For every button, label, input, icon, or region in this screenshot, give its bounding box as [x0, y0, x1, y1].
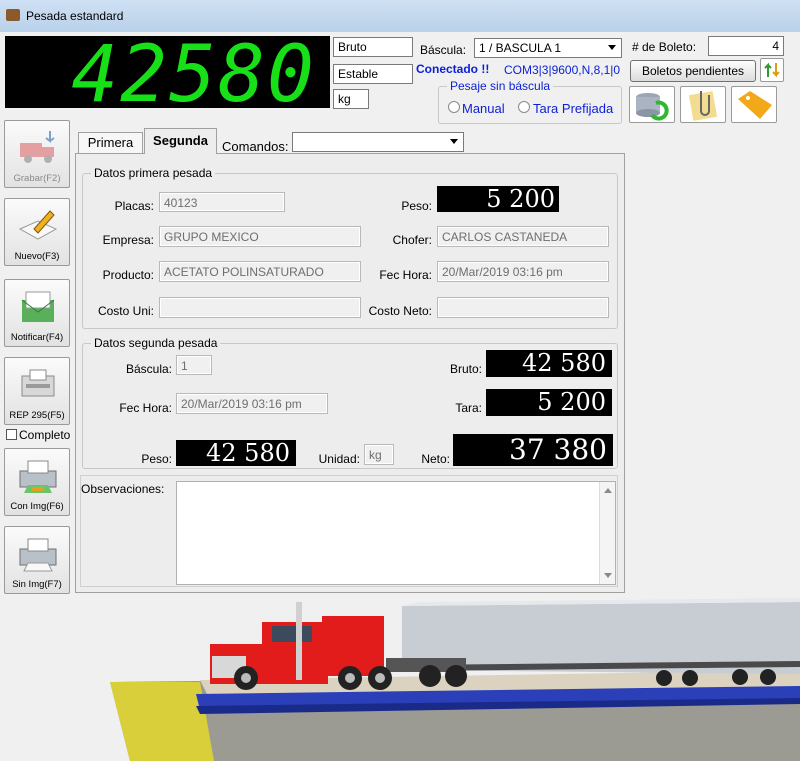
new-button[interactable]: Nuevo(F3)	[4, 198, 70, 266]
second-datetime-label: Fec Hora:	[119, 401, 172, 415]
second-datetime-field[interactable]: 20/Mar/2019 03:16 pm	[176, 393, 328, 414]
notify-button-label: Notificar(F4)	[10, 332, 64, 343]
scroll-down-icon[interactable]	[604, 573, 612, 578]
stability-status: Estable	[333, 64, 413, 84]
second-weighing-title: Datos segunda pesada	[91, 336, 221, 350]
chevron-down-icon	[450, 139, 458, 144]
net-value: 37 380	[453, 434, 613, 466]
first-weight-label: Peso:	[401, 199, 432, 213]
manual-radio-label[interactable]: Manual	[462, 101, 505, 116]
complete-checkbox[interactable]	[6, 429, 17, 440]
save-button[interactable]: Grabar(F2)	[4, 120, 70, 188]
tag-icon	[738, 91, 772, 119]
plates-field[interactable]: 40123	[159, 192, 285, 212]
driver-field[interactable]: CARLOS CASTANEDA	[437, 226, 609, 247]
chevron-down-icon	[608, 45, 616, 50]
first-datetime-field[interactable]: 20/Mar/2019 03:16 pm	[437, 261, 609, 282]
unit-cost-field[interactable]	[159, 297, 361, 318]
report-button[interactable]: REP 295(F5)	[4, 357, 70, 425]
observations-textarea[interactable]	[176, 481, 616, 585]
first-weight-value: 5 200	[437, 186, 559, 212]
unit-cost-label: Costo Uni:	[97, 304, 154, 318]
print-without-image-label: Sin Img(F7)	[12, 579, 62, 590]
second-scale-label: Báscula:	[125, 362, 172, 376]
net-cost-field[interactable]	[437, 297, 609, 318]
second-weight-value: 42 580	[176, 440, 296, 466]
company-field[interactable]: GRUPO MEXICO	[159, 226, 361, 247]
print-with-image-label: Con Img(F6)	[10, 501, 64, 512]
mode-status: Bruto	[333, 37, 413, 57]
commands-select[interactable]	[292, 132, 464, 152]
printer-icon	[19, 538, 57, 572]
print-with-image-button[interactable]: Con Img(F6)	[4, 448, 70, 516]
truck-scale-scene	[0, 596, 800, 761]
tare-radio[interactable]	[518, 101, 530, 113]
app-icon	[6, 9, 20, 21]
refresh-button[interactable]	[629, 86, 675, 123]
notify-button[interactable]: Notificar(F4)	[4, 279, 70, 347]
scale-label: Báscula:	[420, 43, 467, 57]
scale-select-value: 1 / BASCULA 1	[479, 41, 562, 55]
first-datetime-label: Fec Hora:	[379, 268, 432, 282]
print-without-image-button[interactable]: Sin Img(F7)	[4, 526, 70, 594]
envelope-icon	[21, 291, 55, 322]
gross-label: Bruto:	[449, 362, 482, 376]
tare-value: 5 200	[486, 389, 612, 416]
connection-status: Conectado !!	[416, 62, 490, 76]
unit-status: kg	[333, 89, 369, 109]
save-truck-icon	[20, 131, 55, 163]
save-button-label: Grabar(F2)	[13, 173, 61, 184]
net-label: Neto:	[421, 452, 450, 466]
first-weighing-title: Datos primera pesada	[91, 166, 216, 180]
tab-segunda[interactable]: Segunda	[144, 128, 217, 154]
product-field[interactable]: ACETATO POLINSATURADO	[159, 261, 361, 282]
ticket-number[interactable]: 4	[708, 36, 784, 56]
scale-select[interactable]: 1 / BASCULA 1	[474, 38, 622, 58]
report-button-label: REP 295(F5)	[9, 410, 65, 421]
manual-radio[interactable]	[448, 101, 460, 113]
observations-label: Observaciones:	[81, 482, 165, 496]
unit-label: Unidad:	[318, 452, 360, 466]
attach-button[interactable]	[680, 86, 726, 123]
title-bar: Pesada estandard	[0, 0, 800, 32]
driver-label: Chofer:	[392, 233, 432, 247]
observations-scrollbar[interactable]	[599, 482, 615, 584]
gross-value: 42 580	[486, 350, 612, 377]
unit-field[interactable]: kg	[364, 444, 394, 465]
paperclip-icon	[688, 91, 718, 121]
weight-display: 42580	[5, 30, 330, 120]
pending-tickets-button[interactable]: Boletos pendientes	[630, 60, 756, 82]
ticket-label: # de Boleto:	[632, 40, 697, 54]
second-weight-label: Peso:	[141, 452, 172, 466]
receipt-printer-icon	[21, 369, 55, 397]
new-document-icon	[18, 210, 58, 240]
tab-primera[interactable]: Primera	[78, 132, 143, 154]
port-config: COM3|3|9600,N,8,1|0	[504, 63, 621, 77]
second-scale-field[interactable]: 1	[176, 355, 212, 375]
sort-arrows-icon	[764, 62, 780, 78]
tag-button[interactable]	[731, 86, 777, 123]
new-button-label: Nuevo(F3)	[14, 251, 60, 262]
tare-label: Tara:	[455, 401, 482, 415]
weight-display-value: 42580	[71, 30, 316, 120]
truck-on-scale-image	[110, 598, 800, 761]
product-label: Producto:	[102, 268, 154, 282]
sort-arrows-button[interactable]	[760, 58, 784, 82]
company-label: Empresa:	[102, 233, 154, 247]
window-title: Pesada estandard	[26, 9, 124, 23]
refresh-db-icon	[636, 93, 669, 121]
commands-label: Comandos:	[222, 139, 289, 154]
tare-radio-label[interactable]: Tara Prefijada	[533, 101, 613, 116]
scroll-up-icon[interactable]	[604, 488, 612, 493]
complete-checkbox-label[interactable]: Completo	[19, 428, 70, 442]
net-cost-label: Costo Neto:	[368, 304, 432, 318]
manual-weighing-title: Pesaje sin báscula	[447, 79, 554, 93]
plates-label: Placas:	[114, 199, 154, 213]
color-printer-icon	[19, 460, 57, 493]
